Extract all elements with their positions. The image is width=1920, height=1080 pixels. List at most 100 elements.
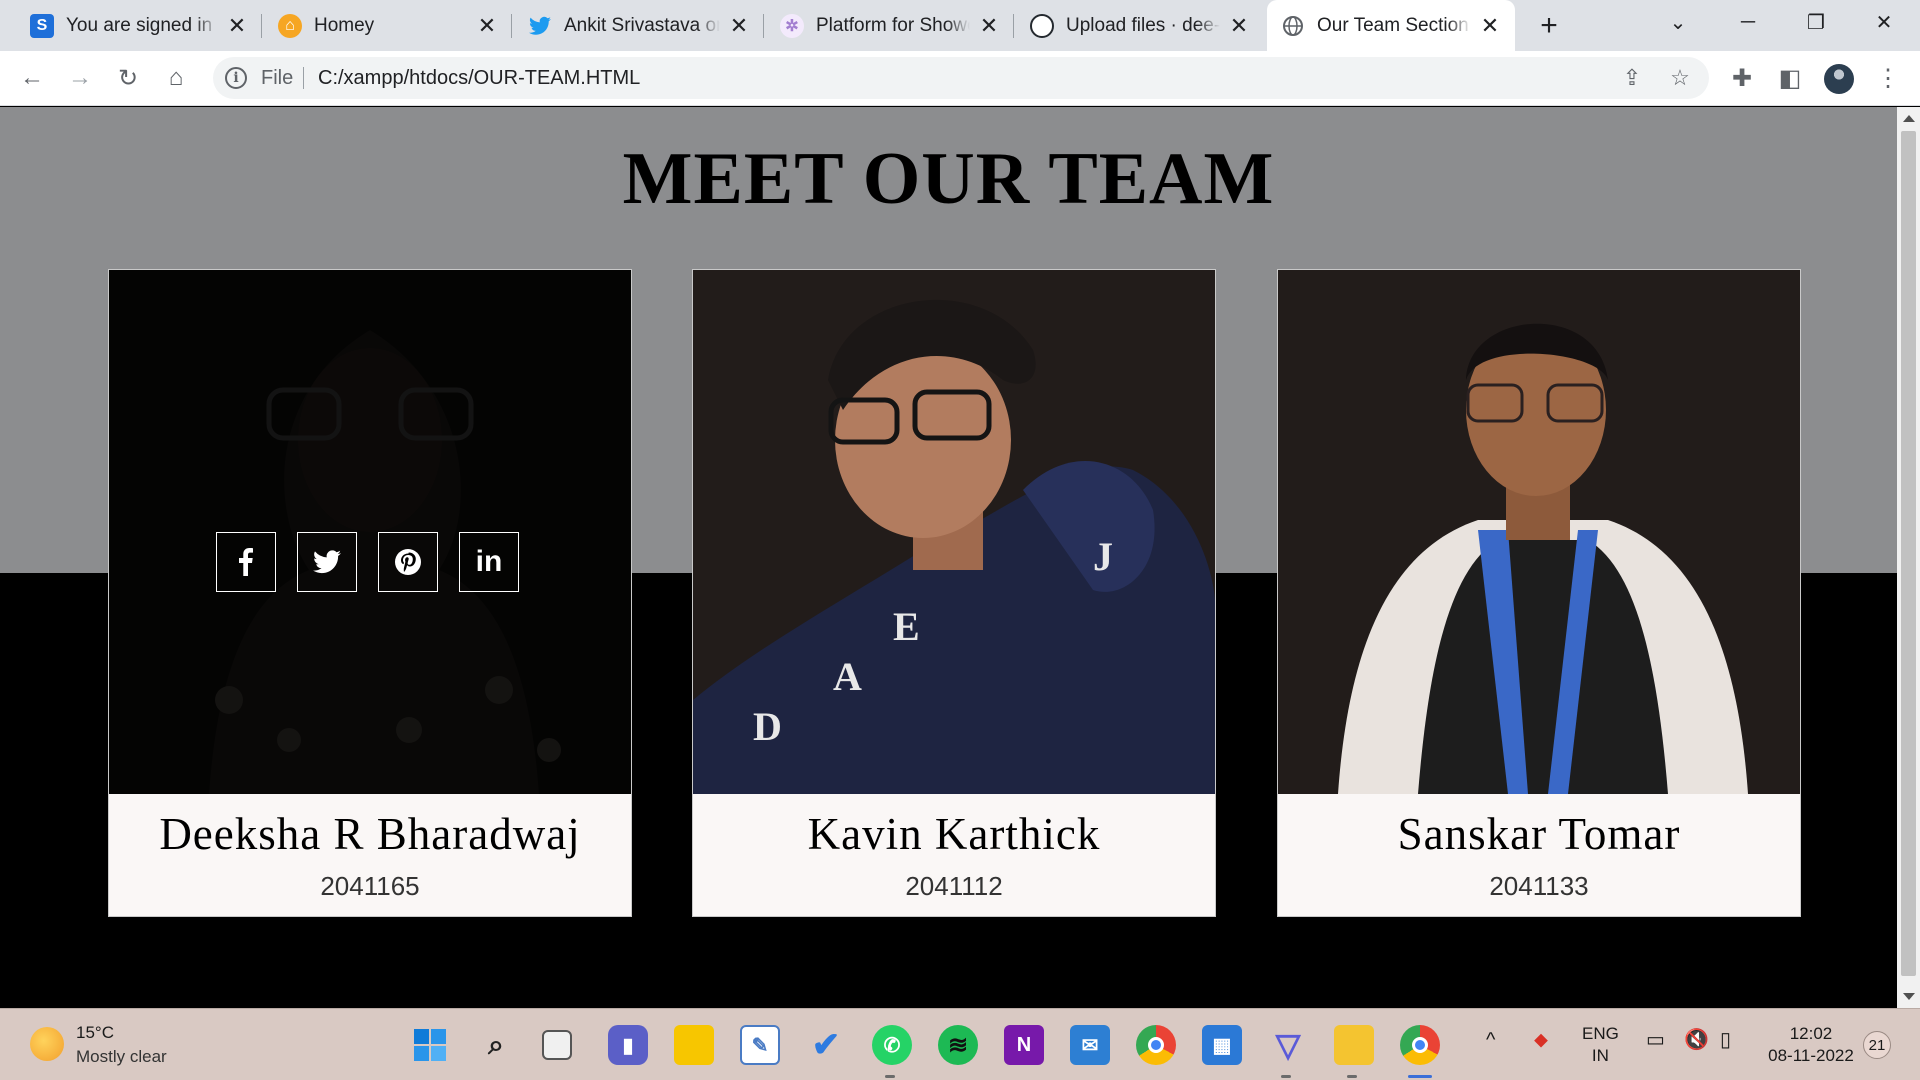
side-panel-icon[interactable]: ◧ xyxy=(1772,60,1808,96)
active-app-indicator xyxy=(1408,1075,1432,1078)
url-divider xyxy=(303,67,304,89)
scroll-down-arrow-icon[interactable] xyxy=(1903,993,1915,1000)
svg-text:A: A xyxy=(833,654,862,699)
volume-muted-icon[interactable]: 🔇 xyxy=(1684,1029,1709,1051)
new-tab-button[interactable]: + xyxy=(1527,9,1571,43)
back-arrow-icon[interactable]: ← xyxy=(14,60,50,96)
weather-temperature[interactable]: 15°C xyxy=(76,1023,114,1043)
tab-homey[interactable]: ⌂ Homey ✕ xyxy=(264,0,512,51)
extensions-puzzle-icon[interactable]: ✚ xyxy=(1724,60,1760,96)
share-icon[interactable]: ⇪ xyxy=(1617,63,1647,93)
home-icon[interactable]: ⌂ xyxy=(158,60,194,96)
clock-time: 12:02 xyxy=(1789,1024,1833,1043)
task-view-icon[interactable] xyxy=(542,1030,572,1060)
tab-signed-in[interactable]: S You are signed in as ✕ xyxy=(16,0,262,51)
language-code: ENG xyxy=(1582,1024,1619,1043)
scroll-thumb[interactable] xyxy=(1901,131,1916,976)
sticky-notes-icon[interactable] xyxy=(674,1025,714,1065)
address-bar[interactable]: i File C:/xampp/htdocs/OUR-TEAM.HTML ⇪ ☆ xyxy=(213,57,1709,99)
member-name: Kavin Karthick xyxy=(807,809,1101,859)
tab-our-team[interactable]: Our Team Section ✕ xyxy=(1267,0,1515,51)
pinterest-icon[interactable] xyxy=(378,532,438,592)
home-icon: ⌂ xyxy=(278,13,302,38)
bookmark-star-icon[interactable]: ☆ xyxy=(1665,63,1695,93)
chrome-icon[interactable] xyxy=(1136,1025,1176,1065)
weather-moon-icon[interactable] xyxy=(30,1027,64,1061)
tab-title: Platform for Showc xyxy=(816,14,970,36)
team-card[interactable]: Sanskar Tomar 2041133 xyxy=(1277,269,1801,917)
social-links: in xyxy=(216,532,519,592)
tab-strip: S You are signed in as ✕ ⌂ Homey ✕ Ankit… xyxy=(0,0,1920,51)
language-indicator[interactable]: ENG IN xyxy=(1582,1023,1619,1067)
spotify-icon[interactable]: ≋ xyxy=(938,1025,978,1065)
menu-kebab-icon[interactable]: ⋮ xyxy=(1870,60,1906,96)
member-photo xyxy=(1278,270,1800,794)
tab-twitter[interactable]: Ankit Srivastava on ✕ xyxy=(514,0,764,51)
windows-taskbar: 15°C Mostly clear ⌕ ▮ ✎ ✔ ✆ ≋ N ✉ ▦ ▽ ^ … xyxy=(0,1008,1920,1080)
vpn-triangle-icon[interactable]: ▽ xyxy=(1268,1025,1308,1065)
page-scrollbar[interactable] xyxy=(1897,107,1920,1008)
calendar-icon[interactable]: ▦ xyxy=(1202,1025,1242,1065)
scroll-up-arrow-icon[interactable] xyxy=(1903,115,1915,122)
tab-search-chevron-icon[interactable]: ⌄ xyxy=(1648,0,1708,44)
mail-icon[interactable]: ✉ xyxy=(1070,1025,1110,1065)
todo-check-icon[interactable]: ✔ xyxy=(806,1025,846,1065)
running-indicator xyxy=(1281,1075,1291,1078)
whiteboard-icon[interactable]: ✎ xyxy=(740,1025,780,1065)
twitter-icon[interactable] xyxy=(297,532,357,592)
whatsapp-icon[interactable]: ✆ xyxy=(872,1025,912,1065)
url-text[interactable]: C:/xampp/htdocs/OUR-TEAM.HTML xyxy=(318,67,640,90)
tab-separator xyxy=(511,14,512,38)
restore-icon[interactable]: ❐ xyxy=(1786,0,1846,44)
tab-upload-files[interactable]: Upload files · dee-s ✕ xyxy=(1016,0,1264,51)
onenote-icon[interactable]: N xyxy=(1004,1025,1044,1065)
site-info-icon[interactable]: i xyxy=(225,67,247,89)
running-indicator xyxy=(885,1075,895,1078)
windows-start-icon[interactable] xyxy=(410,1025,450,1065)
url-scheme: File xyxy=(261,67,294,89)
search-icon[interactable]: ⌕ xyxy=(476,1025,516,1065)
platform-logo-icon: ✲ xyxy=(780,13,804,38)
team-card[interactable]: D AE J Kavin Karthick 2041112 xyxy=(692,269,1216,917)
tab-title: Ankit Srivastava on xyxy=(564,14,720,36)
linkedin-icon[interactable]: in xyxy=(459,532,519,592)
svg-text:E: E xyxy=(893,604,920,649)
region-code: IN xyxy=(1591,1046,1609,1065)
close-window-icon[interactable]: ✕ xyxy=(1854,0,1914,44)
dropbox-alert-icon[interactable]: ⬥ xyxy=(1534,1029,1548,1051)
minimize-icon[interactable]: ─ xyxy=(1718,0,1778,44)
close-tab-icon[interactable]: ✕ xyxy=(978,13,1000,38)
browser-toolbar: ← → ↻ ⌂ i File C:/xampp/htdocs/OUR-TEAM.… xyxy=(0,51,1920,106)
battery-icon[interactable]: ▯ xyxy=(1720,1029,1731,1051)
member-roll-number: 2041165 xyxy=(320,871,420,901)
close-tab-icon[interactable]: ✕ xyxy=(226,13,248,38)
tab-separator xyxy=(763,14,764,38)
twitter-bird-icon xyxy=(528,14,552,38)
show-hidden-icons-chevron-icon[interactable]: ^ xyxy=(1486,1029,1495,1051)
page-viewport: MEET OUR TEAM in Deeksha R Bharadwaj 204… xyxy=(0,107,1897,1008)
tab-title: Upload files · dee-s xyxy=(1066,14,1220,36)
member-name: Deeksha R Bharadwaj xyxy=(159,809,581,859)
close-tab-icon[interactable]: ✕ xyxy=(1228,13,1250,38)
close-tab-icon[interactable]: ✕ xyxy=(1479,13,1501,38)
weather-description[interactable]: Mostly clear xyxy=(76,1047,167,1067)
tab-platform[interactable]: ✲ Platform for Showc ✕ xyxy=(766,0,1014,51)
facebook-icon[interactable] xyxy=(216,532,276,592)
file-explorer-icon[interactable] xyxy=(1334,1025,1374,1065)
team-card[interactable]: in Deeksha R Bharadwaj 2041165 xyxy=(108,269,632,917)
member-roll-number: 2041133 xyxy=(1489,871,1589,901)
clock[interactable]: 12:02 08-11-2022 xyxy=(1766,1023,1856,1067)
reload-icon[interactable]: ↻ xyxy=(110,60,146,96)
chrome-active-icon[interactable] xyxy=(1400,1025,1440,1065)
globe-icon xyxy=(1281,14,1305,38)
teams-chat-icon[interactable]: ▮ xyxy=(608,1025,648,1065)
svg-text:J: J xyxy=(1093,534,1113,579)
network-icon[interactable]: ▭ xyxy=(1646,1029,1665,1051)
tab-separator xyxy=(1013,14,1014,38)
forward-arrow-icon[interactable]: → xyxy=(62,60,98,96)
close-tab-icon[interactable]: ✕ xyxy=(476,13,498,38)
profile-avatar[interactable] xyxy=(1824,64,1854,94)
tab-title: Our Team Section xyxy=(1317,14,1469,36)
close-tab-icon[interactable]: ✕ xyxy=(728,13,750,38)
notification-badge[interactable]: 21 xyxy=(1863,1031,1891,1059)
